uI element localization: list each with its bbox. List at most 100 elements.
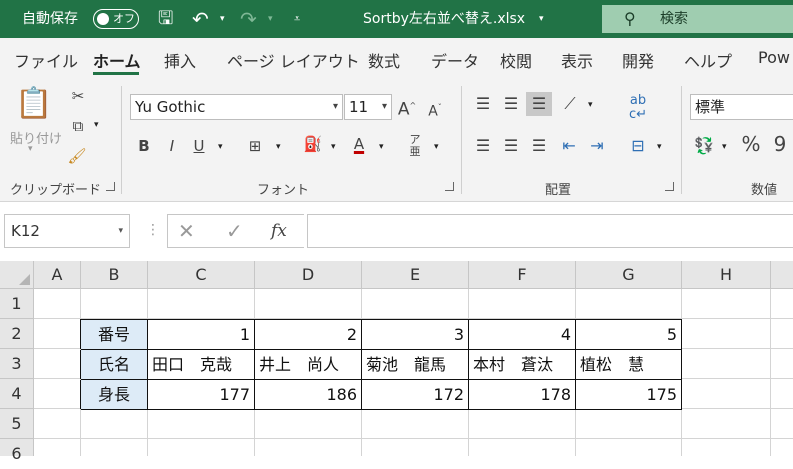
tab-review[interactable]: 校閲	[500, 48, 532, 72]
underline-button[interactable]: U	[191, 136, 207, 156]
row-header-3[interactable]: 3	[0, 349, 34, 379]
phonetic-icon[interactable]: ア亜	[404, 134, 426, 158]
cell-d6[interactable]	[255, 439, 362, 456]
table-header-height[interactable]: 身長	[80, 380, 148, 410]
column-header-e[interactable]: E	[362, 261, 469, 289]
cell-g6[interactable]	[576, 439, 682, 456]
alignment-launcher-icon[interactable]	[665, 182, 674, 191]
cell-a4[interactable]	[34, 379, 81, 409]
orientation-icon[interactable]: ⟋	[558, 94, 582, 114]
cell-i2[interactable]	[771, 319, 793, 349]
row-header-2[interactable]: 2	[0, 319, 34, 349]
column-header-h[interactable]: H	[682, 261, 771, 289]
height-cell[interactable]: 186	[255, 380, 362, 410]
tab-formulas[interactable]: 数式	[368, 48, 400, 72]
font-name-box[interactable]: Yu Gothic ▾	[130, 94, 343, 120]
cell-f5[interactable]	[469, 410, 576, 439]
height-cell[interactable]: 177	[148, 380, 255, 410]
cell-h3[interactable]	[682, 349, 771, 379]
tab-insert[interactable]: 挿入	[164, 48, 196, 72]
name-box[interactable]: K12 ▾	[4, 214, 130, 248]
row-header-6[interactable]: 6	[0, 439, 34, 463]
undo-icon[interactable]: ↶	[192, 0, 209, 38]
undo-dropdown-icon[interactable]: ▾	[220, 0, 225, 38]
name-cell[interactable]: 本村 蒼汰	[469, 350, 576, 380]
grow-font-icon[interactable]: A^	[396, 96, 418, 120]
cell-a1[interactable]	[34, 289, 81, 319]
align-right-icon[interactable]: ☰	[528, 136, 550, 156]
cell-h6[interactable]	[682, 439, 771, 456]
column-header-c[interactable]: C	[148, 261, 255, 289]
cell-c1[interactable]	[148, 289, 255, 319]
font-color-icon[interactable]: A	[348, 134, 370, 154]
column-header-partial[interactable]	[771, 261, 793, 289]
cell-i3[interactable]	[771, 349, 793, 379]
italic-button[interactable]: I	[164, 136, 180, 156]
cell-b1[interactable]	[81, 289, 148, 319]
align-middle-icon[interactable]: ☰	[500, 94, 522, 114]
table-header-number[interactable]: 番号	[80, 319, 148, 350]
comma-style-icon[interactable]: 9	[769, 134, 791, 154]
cell-a2[interactable]	[34, 319, 81, 349]
copy-icon[interactable]: ⧉	[66, 116, 90, 136]
column-header-a[interactable]: A	[34, 261, 81, 289]
autosave-toggle[interactable]: オフ	[93, 9, 139, 29]
increase-indent-icon[interactable]: ⇥	[586, 136, 608, 156]
cell-h2[interactable]	[682, 319, 771, 349]
height-cell[interactable]: 175	[576, 380, 682, 410]
merge-center-icon[interactable]: ⊟	[626, 136, 650, 156]
cell-c6[interactable]	[148, 439, 255, 456]
height-cell[interactable]: 178	[469, 380, 576, 410]
cell-i6[interactable]	[771, 439, 793, 456]
cell-b5[interactable]	[81, 410, 148, 439]
save-icon[interactable]: 🖫	[158, 0, 173, 38]
merge-dropdown-icon[interactable]: ▾	[657, 142, 662, 152]
align-bottom-icon[interactable]: ☰	[526, 92, 552, 116]
cell-i4[interactable]	[771, 379, 793, 409]
border-icon[interactable]: ⊞	[244, 136, 266, 156]
font-color-dropdown-icon[interactable]: ▾	[379, 142, 384, 152]
cell-b6[interactable]	[81, 439, 148, 456]
column-header-d[interactable]: D	[255, 261, 362, 289]
font-size-box[interactable]: 11 ▾	[344, 94, 392, 120]
currency-dropdown-icon[interactable]: ▾	[722, 142, 727, 152]
paste-label[interactable]: 貼り付け	[10, 128, 62, 147]
number-cell[interactable]: 1	[148, 319, 255, 350]
tab-view[interactable]: 表示	[561, 48, 593, 72]
select-all-button[interactable]	[0, 261, 34, 289]
font-launcher-icon[interactable]	[445, 182, 454, 191]
paste-dropdown-icon[interactable]: ▾	[28, 144, 33, 154]
cell-d1[interactable]	[255, 289, 362, 319]
underline-dropdown-icon[interactable]: ▾	[218, 142, 223, 152]
title-dropdown-icon[interactable]: ▾	[539, 0, 544, 38]
table-header-name[interactable]: 氏名	[80, 350, 148, 380]
tab-data[interactable]: データ	[431, 48, 479, 72]
paste-icon[interactable]: 📋	[14, 86, 54, 122]
cell-g5[interactable]	[576, 410, 682, 439]
cell-e1[interactable]	[362, 289, 469, 319]
name-cell[interactable]: 菊池 龍馬	[362, 350, 469, 380]
name-cell[interactable]: 田口 克哉	[148, 350, 255, 380]
percent-style-button[interactable]: %	[740, 134, 762, 154]
phonetic-dropdown-icon[interactable]: ▾	[434, 142, 439, 152]
number-cell[interactable]: 2	[255, 319, 362, 350]
align-center-icon[interactable]: ☰	[500, 136, 522, 156]
tab-help[interactable]: ヘルプ	[684, 48, 732, 72]
cell-a5[interactable]	[34, 409, 81, 439]
cell-e5[interactable]	[362, 410, 469, 439]
name-cell[interactable]: 井上 尚人	[255, 350, 362, 380]
insert-function-icon[interactable]: fx	[271, 221, 287, 241]
fill-color-icon[interactable]: ⛽	[302, 134, 324, 154]
shrink-font-icon[interactable]: Aˇ	[425, 98, 445, 122]
cell-a3[interactable]	[34, 349, 81, 379]
bold-button[interactable]: B	[136, 136, 152, 156]
search-box[interactable]: ⚲ 検索	[602, 5, 793, 33]
formula-input[interactable]	[307, 214, 793, 248]
row-header-4[interactable]: 4	[0, 379, 34, 409]
number-format-box[interactable]: 標準	[690, 94, 793, 120]
align-left-icon[interactable]: ☰	[472, 136, 494, 156]
number-cell[interactable]: 3	[362, 319, 469, 350]
column-header-g[interactable]: G	[576, 261, 682, 289]
cell-e6[interactable]	[362, 439, 469, 456]
height-cell[interactable]: 172	[362, 380, 469, 410]
